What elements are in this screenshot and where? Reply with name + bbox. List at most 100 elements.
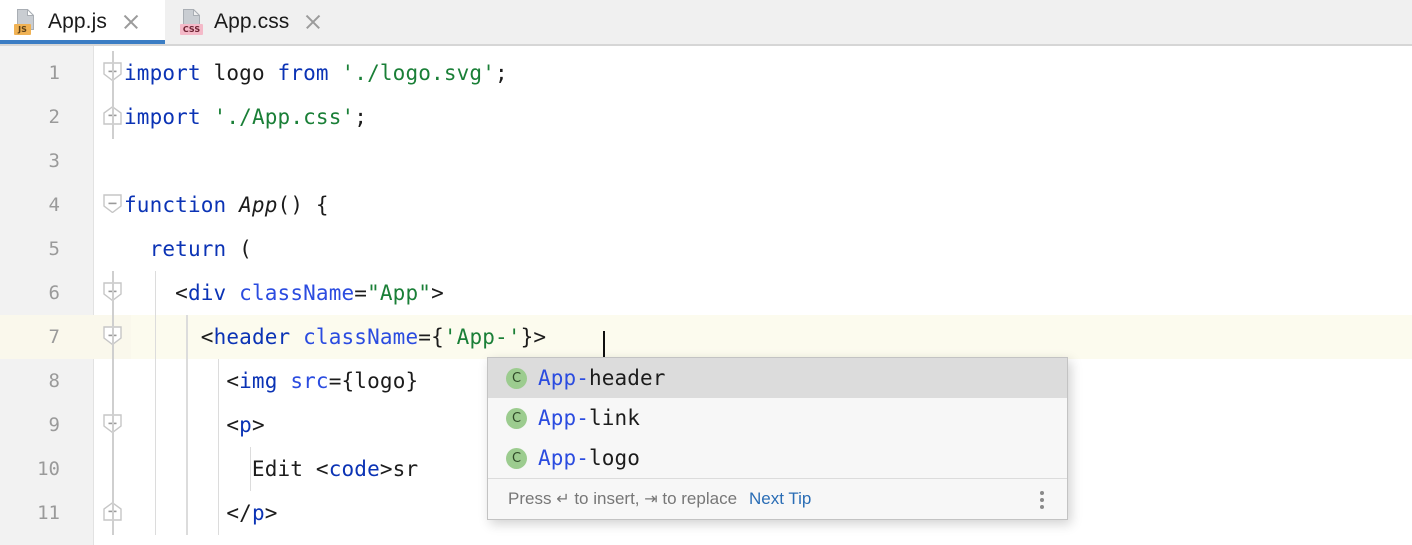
token-pl: < xyxy=(124,325,214,349)
indent-guide xyxy=(186,359,188,403)
hint-prefix: Press xyxy=(508,489,557,508)
close-icon[interactable] xyxy=(301,10,325,34)
token-tag: div xyxy=(187,281,227,305)
token-kw: import xyxy=(124,105,214,129)
indent-guide xyxy=(186,315,188,359)
line-number: 1 xyxy=(48,62,60,84)
token-str: 'App-' xyxy=(443,325,521,349)
completion-footer: Press ↵ to insert, ⇥ to replace Next Tip xyxy=(488,478,1067,519)
token-pl: > xyxy=(431,281,444,305)
close-icon[interactable] xyxy=(119,10,143,34)
fold-connector-line xyxy=(112,271,114,535)
indent-guide xyxy=(154,271,157,315)
tab-key-glyph: ⇥ xyxy=(644,489,658,508)
indent-guide xyxy=(154,403,157,447)
code-line[interactable]: 5 return ( xyxy=(0,227,1412,271)
token-pl: logo xyxy=(213,61,278,85)
token-tag: p xyxy=(239,413,252,437)
code-text: import './App.css'; xyxy=(124,95,367,139)
tab-app-css[interactable]: CSS App.css xyxy=(166,0,353,44)
token-kw: return xyxy=(149,237,227,261)
fold-connector-line xyxy=(112,51,114,139)
line-number: 9 xyxy=(48,414,60,436)
indent-guide xyxy=(249,447,252,491)
code-text: Edit <code>sr xyxy=(124,447,418,491)
tab-app-js[interactable]: JS App.js xyxy=(0,0,165,44)
token-pl: }> xyxy=(520,325,547,349)
completion-item-label: App-link xyxy=(538,406,640,430)
hint-suffix: to replace xyxy=(657,489,738,508)
indent-guide xyxy=(217,359,220,403)
token-pl: { xyxy=(431,325,444,349)
completion-item[interactable]: C App-header xyxy=(488,358,1067,398)
token-pl: ; xyxy=(495,61,508,85)
token-pl: ( xyxy=(226,237,252,261)
hint-mid: to insert, xyxy=(569,489,645,508)
line-number: 5 xyxy=(48,238,60,260)
token-pl: ; xyxy=(354,105,368,129)
code-line[interactable]: 3 xyxy=(0,139,1412,183)
indent-guide xyxy=(154,359,157,403)
code-text: return ( xyxy=(124,227,252,271)
line-number: 11 xyxy=(37,502,60,524)
token-pl: </ xyxy=(124,501,252,525)
code-text: import logo from './logo.svg'; xyxy=(124,51,508,95)
completion-item[interactable]: C App-link xyxy=(488,398,1067,438)
completion-remainder: link xyxy=(588,406,640,430)
token-pl: >sr xyxy=(379,457,419,481)
css-class-icon: C xyxy=(506,407,527,429)
line-number: 4 xyxy=(48,194,60,216)
token-tag: img xyxy=(239,369,278,393)
line-number: 7 xyxy=(48,326,60,348)
code-line[interactable]: 6 <div className="App"> xyxy=(0,271,1412,315)
js-file-icon: JS xyxy=(14,9,37,35)
indent-guide xyxy=(186,447,188,491)
indent-guide xyxy=(217,403,220,447)
indent-guide xyxy=(217,447,220,491)
text-caret xyxy=(603,331,606,360)
line-number: 8 xyxy=(48,370,60,392)
editor-window: JS App.js CSS App.css 1 import logo from … xyxy=(0,0,1412,545)
code-line[interactable]: 4 function App() { xyxy=(0,183,1412,227)
token-str: './logo.svg' xyxy=(341,61,496,85)
indent-guide xyxy=(154,315,157,359)
more-options-icon[interactable] xyxy=(1031,488,1053,512)
code-line[interactable]: 2 import './App.css'; xyxy=(0,95,1412,139)
enter-key-glyph: ↵ xyxy=(556,489,570,508)
fold-region-end-icon[interactable] xyxy=(103,194,122,213)
code-line[interactable]: 1 import logo from './logo.svg'; xyxy=(0,51,1412,95)
code-line[interactable]: 7 <header className={'App-'}> xyxy=(0,315,1412,359)
completion-item[interactable]: C App-logo xyxy=(488,438,1067,478)
token-pl: < xyxy=(124,413,240,437)
token-kw: import xyxy=(124,61,214,85)
code-completion-popup[interactable]: C App-header C App-link C App-logo Press ↵ to… xyxy=(487,357,1068,520)
token-pl: > xyxy=(264,501,278,525)
token-tag: header xyxy=(213,325,291,349)
token-attr: className xyxy=(303,325,419,349)
token-kw: from xyxy=(277,61,342,85)
completion-match-prefix: App- xyxy=(538,406,589,430)
completion-item-label: App-header xyxy=(538,366,665,390)
code-text: </p> xyxy=(124,491,278,535)
token-pl: = xyxy=(418,325,432,349)
completion-match-prefix: App- xyxy=(538,366,589,390)
line-number: 3 xyxy=(48,150,60,172)
css-file-icon: CSS xyxy=(180,9,203,35)
line-number: 6 xyxy=(48,282,60,304)
code-text: <div className="App"> xyxy=(124,271,444,315)
code-text: <p> xyxy=(124,403,265,447)
token-tag: p xyxy=(251,501,265,525)
token-ital: App xyxy=(239,193,278,217)
tab-label: App.js xyxy=(48,10,107,33)
next-tip-link[interactable]: Next Tip xyxy=(749,489,811,509)
indent-guide xyxy=(186,403,188,447)
completion-list[interactable]: C App-header C App-link C App-logo xyxy=(488,358,1067,478)
js-badge: JS xyxy=(14,24,31,35)
css-class-icon: C xyxy=(506,447,527,469)
token-pl: > xyxy=(251,413,265,437)
token-str: "App" xyxy=(367,281,432,305)
